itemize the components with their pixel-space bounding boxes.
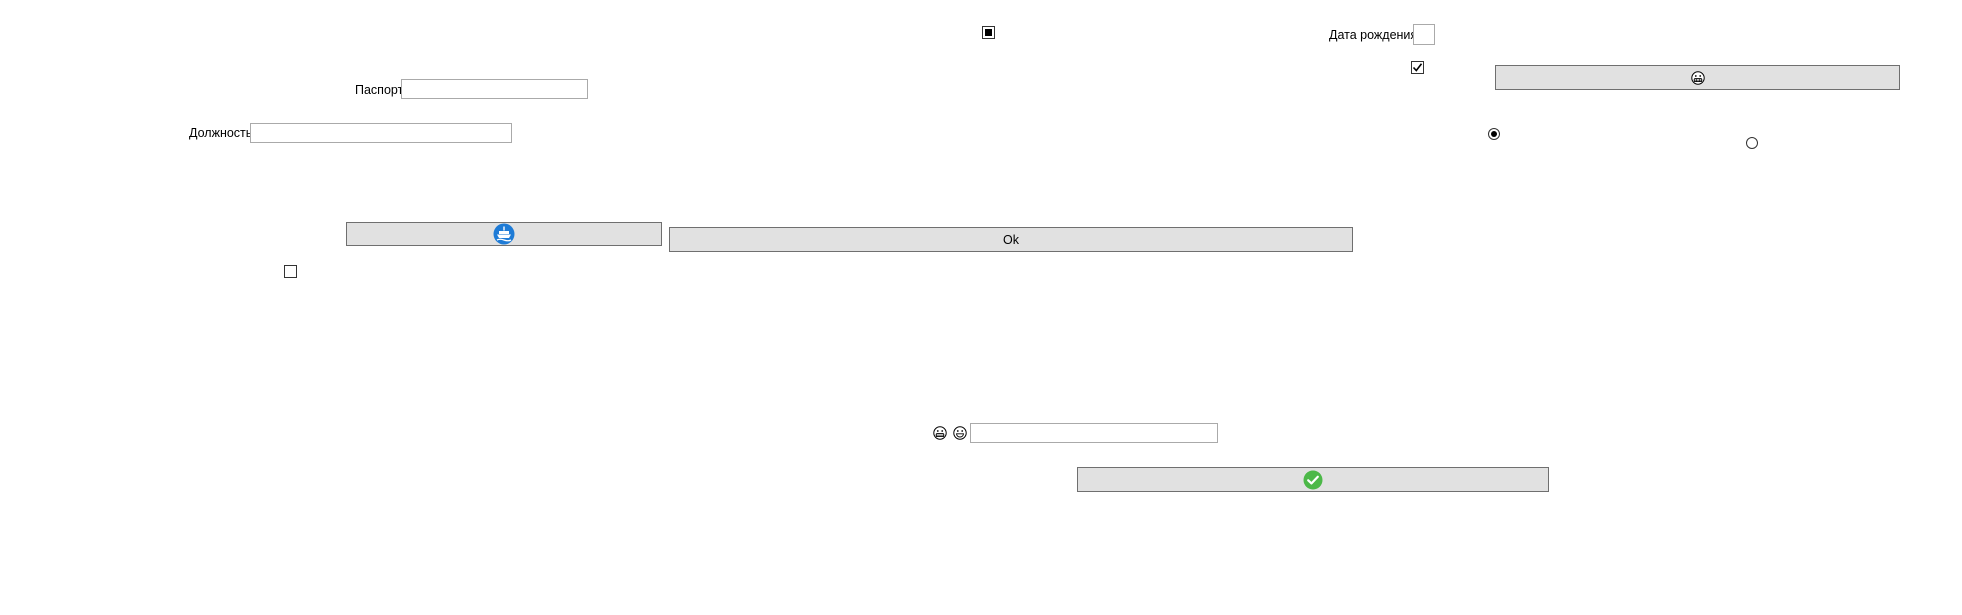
ok-button[interactable]: Ok [669, 227, 1353, 252]
grinning-face-icon [953, 426, 967, 440]
passport-field[interactable] [401, 79, 588, 99]
birth-date-field[interactable] [1413, 24, 1435, 45]
radio-button-unselected[interactable] [1746, 137, 1758, 149]
position-label: Должность [189, 126, 253, 140]
radio-button-selected[interactable] [1488, 128, 1500, 140]
indeterminate-checkbox[interactable] [982, 26, 995, 39]
indeterminate-mark [985, 29, 992, 36]
passport-label: Паспорт [355, 83, 404, 97]
green-check-circle-icon [1303, 470, 1323, 489]
ship-button[interactable] [346, 222, 662, 246]
confirm-button[interactable] [1077, 467, 1549, 492]
bottom-text-field[interactable] [970, 423, 1218, 443]
unchecked-checkbox[interactable] [284, 265, 297, 278]
radio-dot [1491, 131, 1497, 137]
position-field[interactable] [250, 123, 512, 143]
emoji-button[interactable] [1495, 65, 1900, 90]
checked-checkbox[interactable] [1411, 61, 1424, 74]
grimacing-face-icon [1690, 70, 1705, 85]
ship-icon [493, 223, 515, 245]
birth-date-label: Дата рождения [1329, 28, 1418, 42]
grimacing-face-icon [933, 426, 947, 440]
checkmark-icon [1412, 63, 1423, 72]
